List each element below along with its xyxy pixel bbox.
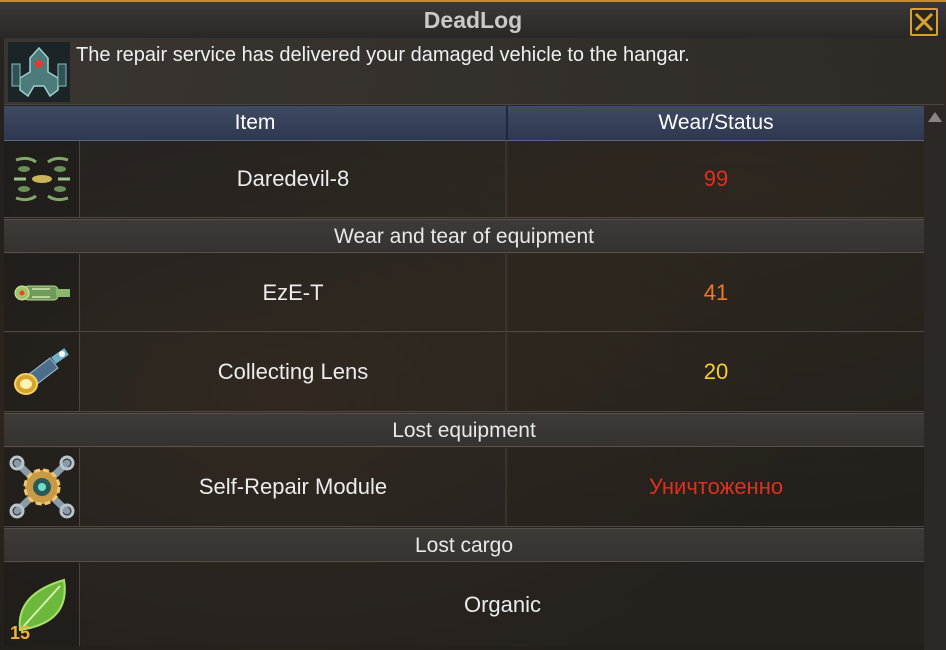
- list-item[interactable]: Self-Repair Module Уничтоженно: [4, 448, 924, 527]
- column-header-status: Wear/Status: [658, 111, 774, 134]
- column-header-item: Item: [4, 106, 508, 140]
- item-name: Daredevil-8: [81, 141, 507, 217]
- message-panel: The repair service has delivered your da…: [4, 38, 944, 105]
- list-item[interactable]: EzE-T 41: [4, 254, 924, 332]
- drone-squadron-icon: [4, 141, 80, 217]
- wrench-gear-module-icon: [4, 448, 80, 526]
- item-name: Organic: [81, 563, 924, 646]
- section-lost-equipment: Lost equipment: [4, 413, 924, 447]
- item-status: 20: [508, 333, 924, 411]
- list-item[interactable]: 15 Organic: [4, 563, 924, 646]
- item-status: 99: [508, 141, 924, 217]
- close-x-icon: [915, 13, 933, 31]
- item-name: EzE-T: [81, 254, 507, 331]
- list-item[interactable]: Collecting Lens 20: [4, 333, 924, 412]
- section-wear-and-tear: Wear and tear of equipment: [4, 219, 924, 253]
- table-header: Item Wear/Status: [4, 106, 924, 141]
- vehicle-row[interactable]: Daredevil-8 99: [4, 141, 924, 218]
- blaster-gun-icon: [4, 254, 80, 331]
- deadlog-window: DeadLog The repair service has delivered…: [0, 0, 946, 650]
- item-status: 41: [508, 254, 924, 331]
- item-name: Collecting Lens: [81, 333, 507, 411]
- item-status: Уничтоженно: [508, 448, 924, 526]
- cargo-quantity: 15: [10, 623, 31, 643]
- robot-vehicle-icon: [8, 42, 70, 102]
- scrollbar[interactable]: [924, 106, 946, 650]
- item-name: Self-Repair Module: [81, 448, 507, 526]
- window-title: DeadLog: [423, 7, 523, 33]
- section-lost-cargo: Lost cargo: [4, 528, 924, 562]
- message-text: The repair service has delivered your da…: [76, 44, 690, 66]
- scroll-up-arrow-icon[interactable]: [928, 112, 942, 122]
- lens-cannon-icon: [4, 333, 80, 411]
- title-bar: DeadLog: [0, 0, 946, 38]
- close-button[interactable]: [910, 8, 938, 36]
- leaf-icon: 15: [4, 563, 80, 646]
